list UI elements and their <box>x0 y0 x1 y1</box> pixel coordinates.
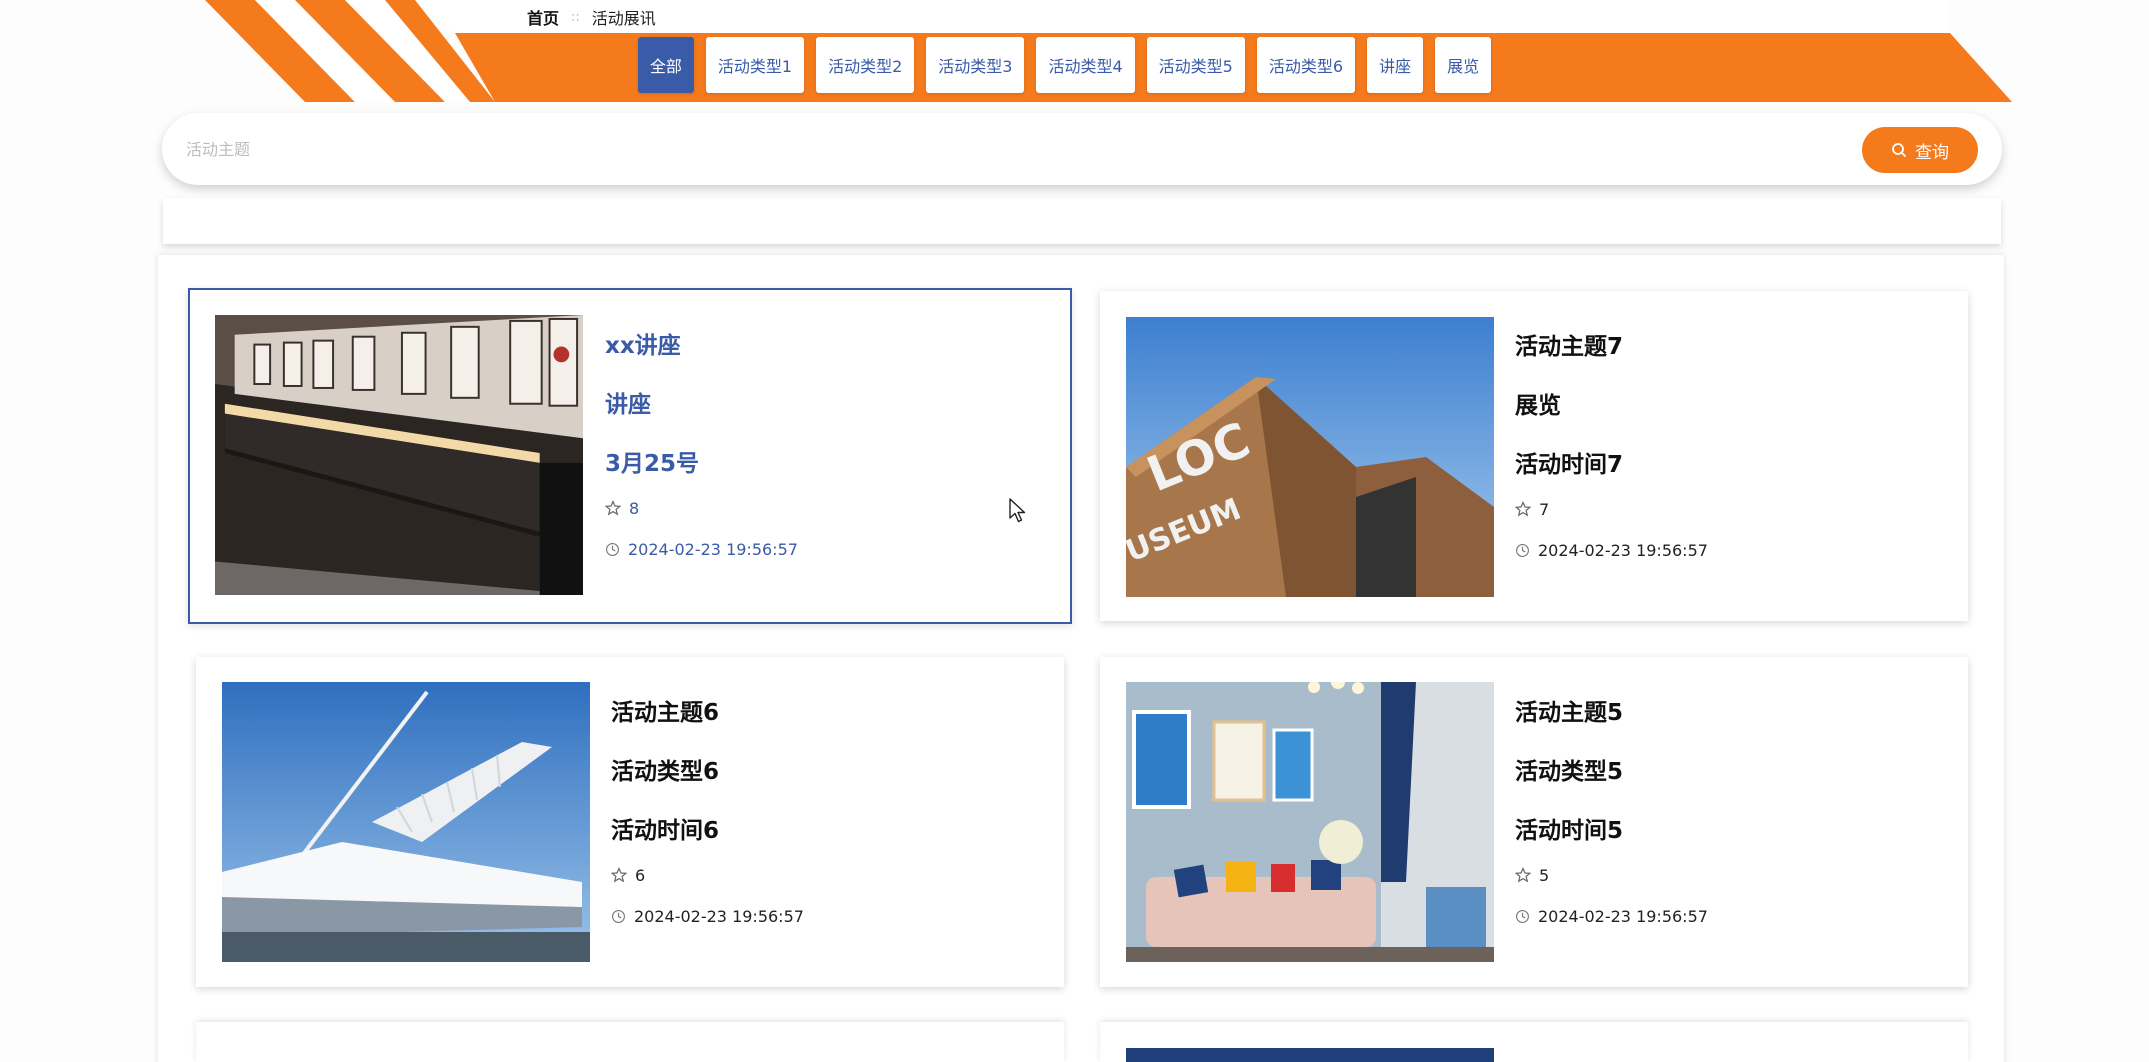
activity-created: 2024-02-23 19:56:57 <box>1515 539 1708 561</box>
activity-image <box>222 682 590 962</box>
activity-card[interactable]: 活动主题6 活动类型6 活动时间6 6 2024-02-23 19:56:57 <box>196 657 1064 987</box>
likes-count: 8 <box>629 498 640 518</box>
star-icon <box>1515 501 1531 517</box>
activity-card[interactable]: xx讲座 讲座 3月25号 8 2024-02-23 19:56:57 <box>188 288 1072 624</box>
category-tabs: 全部 活动类型1 活动类型2 活动类型3 活动类型4 活动类型5 活动类型6 讲… <box>0 37 2149 93</box>
star-icon <box>605 500 621 516</box>
activity-info: xx讲座 讲座 3月25号 8 2024-02-23 19:56:57 <box>605 330 798 560</box>
activity-title: 活动主题5 <box>1515 700 1624 726</box>
clock-icon <box>606 542 619 556</box>
tab-type-4[interactable]: 活动类型4 <box>1036 37 1135 93</box>
activity-likes: 6 <box>611 864 804 886</box>
activity-card[interactable]: 活动主题5 活动类型5 活动时间5 5 2024-02-23 19:56:57 <box>1100 657 1968 987</box>
tab-type-6[interactable]: 活动类型6 <box>1256 37 1356 93</box>
search-icon <box>1892 143 1906 157</box>
activity-type: 讲座 <box>605 392 651 418</box>
likes-count: 6 <box>635 865 646 885</box>
activity-created: 2024-02-23 19:56:57 <box>611 905 804 927</box>
created-timestamp: 2024-02-23 19:56:57 <box>1538 906 1708 926</box>
activity-time: 活动时间6 <box>611 818 720 844</box>
activity-created: 2024-02-23 19:56:57 <box>1515 905 1708 927</box>
activity-image: LOC USEUM <box>1126 317 1494 597</box>
mouse-cursor-icon <box>1009 498 1026 523</box>
living-room-photo <box>1126 682 1494 962</box>
clock-icon <box>1516 909 1529 923</box>
activity-likes: 5 <box>1515 864 1708 886</box>
museum-building-photo: LOC USEUM <box>1126 317 1494 597</box>
clock-icon <box>612 909 625 923</box>
likes-count: 7 <box>1539 499 1550 519</box>
exhibition-hall-photo <box>215 315 583 595</box>
star-icon <box>611 867 627 883</box>
white-architecture-photo <box>222 682 590 962</box>
search-input[interactable] <box>186 131 1786 167</box>
breadcrumb-separator: :: <box>571 9 580 25</box>
activity-type: 活动类型6 <box>611 759 720 785</box>
activity-likes: 8 <box>605 497 798 519</box>
filter-strip <box>163 198 2001 244</box>
activity-title: 活动主题6 <box>611 700 720 726</box>
activity-time: 活动时间7 <box>1515 452 1624 478</box>
activity-info: 活动主题6 活动类型6 活动时间6 6 2024-02-23 19:56:57 <box>611 697 804 927</box>
tab-type-2[interactable]: 活动类型2 <box>816 37 915 93</box>
created-timestamp: 2024-02-23 19:56:57 <box>628 539 798 559</box>
activity-created: 2024-02-23 19:56:57 <box>605 538 798 560</box>
tab-all[interactable]: 全部 <box>637 37 694 93</box>
activity-card[interactable]: LOC USEUM 活动主题7 展览 活动时间7 7 2024-02-23 19… <box>1100 291 1968 621</box>
tab-exhibition[interactable]: 展览 <box>1435 37 1492 93</box>
activity-likes: 7 <box>1515 498 1708 520</box>
clock-icon <box>1516 543 1529 557</box>
breadcrumb-home[interactable]: 首页 <box>527 5 559 29</box>
activity-image <box>215 315 583 595</box>
created-timestamp: 2024-02-23 19:56:57 <box>634 906 804 926</box>
breadcrumb-current: 活动展讯 <box>591 9 656 28</box>
created-timestamp: 2024-02-23 19:56:57 <box>1538 540 1708 560</box>
search-bar: 查询 <box>162 113 2002 185</box>
search-button-label: 查询 <box>1915 142 1949 163</box>
search-button[interactable]: 查询 <box>1862 127 1978 173</box>
star-icon <box>1515 867 1531 883</box>
activity-time: 活动时间5 <box>1515 818 1624 844</box>
tab-type-3[interactable]: 活动类型3 <box>926 37 1025 93</box>
breadcrumb: 首页 :: 活动展讯 <box>527 6 656 28</box>
activity-info: 活动主题7 展览 活动时间7 7 2024-02-23 19:56:57 <box>1515 331 1708 561</box>
activity-card[interactable] <box>1100 1022 1968 1062</box>
activity-info: 活动主题5 活动类型5 活动时间5 5 2024-02-23 19:56:57 <box>1515 697 1708 927</box>
activity-title: xx讲座 <box>605 333 681 359</box>
activity-image <box>1126 682 1494 962</box>
tab-type-1[interactable]: 活动类型1 <box>705 37 805 93</box>
activity-image <box>1126 1048 1494 1062</box>
activity-type: 展览 <box>1515 393 1561 419</box>
tab-lecture[interactable]: 讲座 <box>1367 37 1424 93</box>
activity-card[interactable] <box>196 1022 1064 1062</box>
likes-count: 5 <box>1539 865 1550 885</box>
activity-title: 活动主题7 <box>1515 334 1624 360</box>
tab-type-5[interactable]: 活动类型5 <box>1146 37 1245 93</box>
activity-time: 3月25号 <box>605 451 700 477</box>
activity-type: 活动类型5 <box>1515 759 1624 785</box>
